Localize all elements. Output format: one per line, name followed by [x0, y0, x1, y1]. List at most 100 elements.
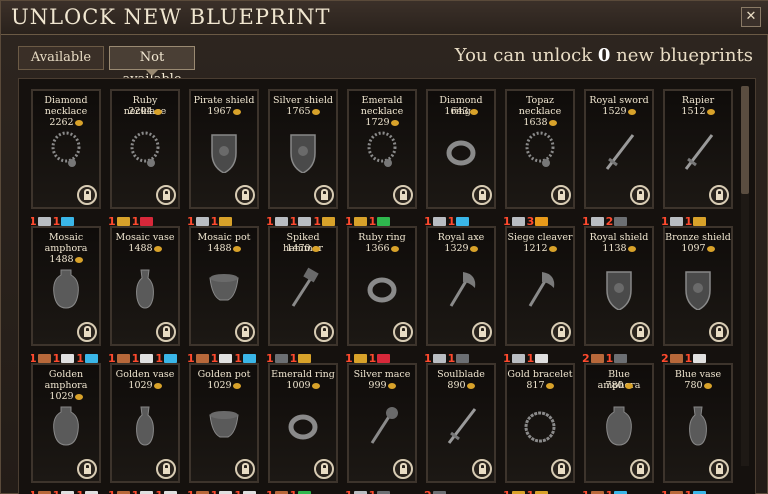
- blueprint-card[interactable]: Mosaic pot 1488: [189, 226, 259, 346]
- cost-value: 1638: [523, 117, 548, 128]
- diamond-icon: [163, 354, 177, 363]
- blueprint-card[interactable]: Mosaic amphora 1488: [31, 226, 101, 346]
- sword-icon: [678, 129, 718, 173]
- blueprint-cost: 1029: [33, 391, 99, 402]
- blueprint-cost: 1967: [191, 106, 257, 117]
- blueprint-card[interactable]: Royal shield 1138: [584, 226, 654, 346]
- blueprint-card[interactable]: Royal sword 1529: [584, 89, 654, 209]
- lock-icon: [709, 185, 729, 205]
- blueprint-card[interactable]: Golden amphora 1029: [31, 363, 101, 483]
- requirement-count: 1: [527, 489, 535, 494]
- pot-icon: [204, 266, 244, 310]
- scrollbar-thumb[interactable]: [741, 86, 749, 194]
- gold-icon: [693, 217, 707, 226]
- blueprint-card[interactable]: Golden vase 1029: [110, 363, 180, 483]
- pot-icon: [204, 403, 244, 447]
- lock-icon: [472, 459, 492, 479]
- vase-icon: [125, 266, 165, 310]
- gold-icon: [353, 354, 367, 363]
- lock-icon: [393, 185, 413, 205]
- gold-coin-icon: [153, 108, 162, 115]
- vase-icon: [125, 403, 165, 447]
- blueprint-name: Siege cleaver: [507, 232, 573, 243]
- cost-value: 999: [368, 380, 387, 391]
- blueprint-name: Diamond necklace: [44, 95, 88, 117]
- lock-icon: [709, 322, 729, 342]
- amphora-icon: [46, 266, 86, 310]
- shield-icon: [599, 266, 639, 311]
- blueprint-cost: 1512: [665, 106, 731, 117]
- blueprint-card[interactable]: Spiked hammer 1470: [268, 226, 338, 346]
- requirement-item: 1: [503, 489, 525, 494]
- silver-icon: [274, 217, 288, 226]
- blueprint-cost: 1729: [349, 117, 415, 128]
- lock-icon: [314, 322, 334, 342]
- necklace-icon: [362, 129, 402, 173]
- blueprint-name: Mosaic vase: [115, 232, 175, 243]
- blueprint-card[interactable]: Silver mace 999: [347, 363, 417, 483]
- cost-value: 1488: [128, 243, 153, 254]
- tab-not-available[interactable]: Not available: [109, 46, 195, 87]
- gold-coin-icon: [624, 382, 633, 389]
- close-button[interactable]: ✕: [741, 7, 761, 27]
- blueprint-card[interactable]: Diamond ring 1643: [426, 89, 496, 209]
- gold-coin-icon: [390, 119, 399, 126]
- blueprint-card[interactable]: Siege cleaver 1212: [505, 226, 575, 346]
- blueprint-card[interactable]: Gold bracelet 817: [505, 363, 575, 483]
- paint-icon: [61, 354, 75, 363]
- lock-icon: [393, 459, 413, 479]
- gold-coin-icon: [74, 256, 83, 263]
- blueprint-card[interactable]: Emerald necklace 1729: [347, 89, 417, 209]
- requirement-item: 1: [582, 489, 604, 494]
- cost-value: 780: [684, 380, 703, 391]
- blueprint-name: Rapier: [681, 95, 715, 106]
- blueprint-cost: 1765: [270, 106, 336, 117]
- blueprint-card[interactable]: Bronze shield 1097: [663, 226, 733, 346]
- clay-icon: [669, 354, 683, 363]
- blueprint-card[interactable]: Topaz necklace 1638: [505, 89, 575, 209]
- blueprint-card[interactable]: Royal axe 1329: [426, 226, 496, 346]
- blueprint-card[interactable]: Golden pot 1029: [189, 363, 259, 483]
- blueprint-cost: 2204: [112, 106, 178, 117]
- blueprint-card[interactable]: Soulblade 890: [426, 363, 496, 483]
- blueprint-card[interactable]: Ruby necklace 2204: [110, 89, 180, 209]
- blueprint-card[interactable]: Pirate shield 1967: [189, 89, 259, 209]
- silver-icon: [669, 217, 683, 226]
- blueprint-card[interactable]: Ruby ring 1366: [347, 226, 417, 346]
- bracelet-icon: [520, 403, 560, 447]
- gold-coin-icon: [390, 245, 399, 252]
- blueprint-card[interactable]: Blue vase 780: [663, 363, 733, 483]
- blueprint-cost: 890: [428, 380, 494, 391]
- requirement-item: 1: [187, 489, 209, 494]
- window-title: UNLOCK NEW BLUEPRINT: [11, 5, 331, 29]
- gold-coin-icon: [548, 245, 557, 252]
- title-bar: UNLOCK NEW BLUEPRINT ✕: [1, 1, 768, 35]
- gold-coin-icon: [627, 245, 636, 252]
- iron-icon: [456, 354, 470, 363]
- requirement-count: 1: [155, 489, 163, 494]
- blueprint-name: Royal sword: [589, 95, 649, 106]
- lock-icon: [156, 459, 176, 479]
- unlock-count: 0: [597, 45, 611, 66]
- blueprint-card[interactable]: Blue amphora 780: [584, 363, 654, 483]
- gold-coin-icon: [74, 119, 83, 126]
- requirement-count: 1: [369, 489, 377, 494]
- blueprint-name: Ruby ring: [358, 232, 406, 243]
- blueprint-card[interactable]: Diamond necklace 2262: [31, 89, 101, 209]
- requirement-count: 1: [187, 489, 195, 494]
- lock-icon: [77, 459, 97, 479]
- cost-value: 1138: [602, 243, 627, 254]
- scrollbar[interactable]: [741, 86, 749, 466]
- blueprint-cost: 2262: [33, 117, 99, 128]
- requirement-count: 1: [685, 489, 693, 494]
- blueprint-card[interactable]: Mosaic vase 1488: [110, 226, 180, 346]
- blueprint-card[interactable]: Rapier 1512: [663, 89, 733, 209]
- requirement-count: 1: [606, 489, 614, 494]
- lock-icon: [551, 322, 571, 342]
- blueprint-cost: 780: [586, 380, 652, 391]
- tab-available[interactable]: Available: [18, 46, 104, 70]
- blueprint-card[interactable]: Silver shield 1765: [268, 89, 338, 209]
- cost-value: 2204: [128, 106, 153, 117]
- requirement-count: 1: [345, 489, 353, 494]
- blueprint-card[interactable]: Emerald ring 1009: [268, 363, 338, 483]
